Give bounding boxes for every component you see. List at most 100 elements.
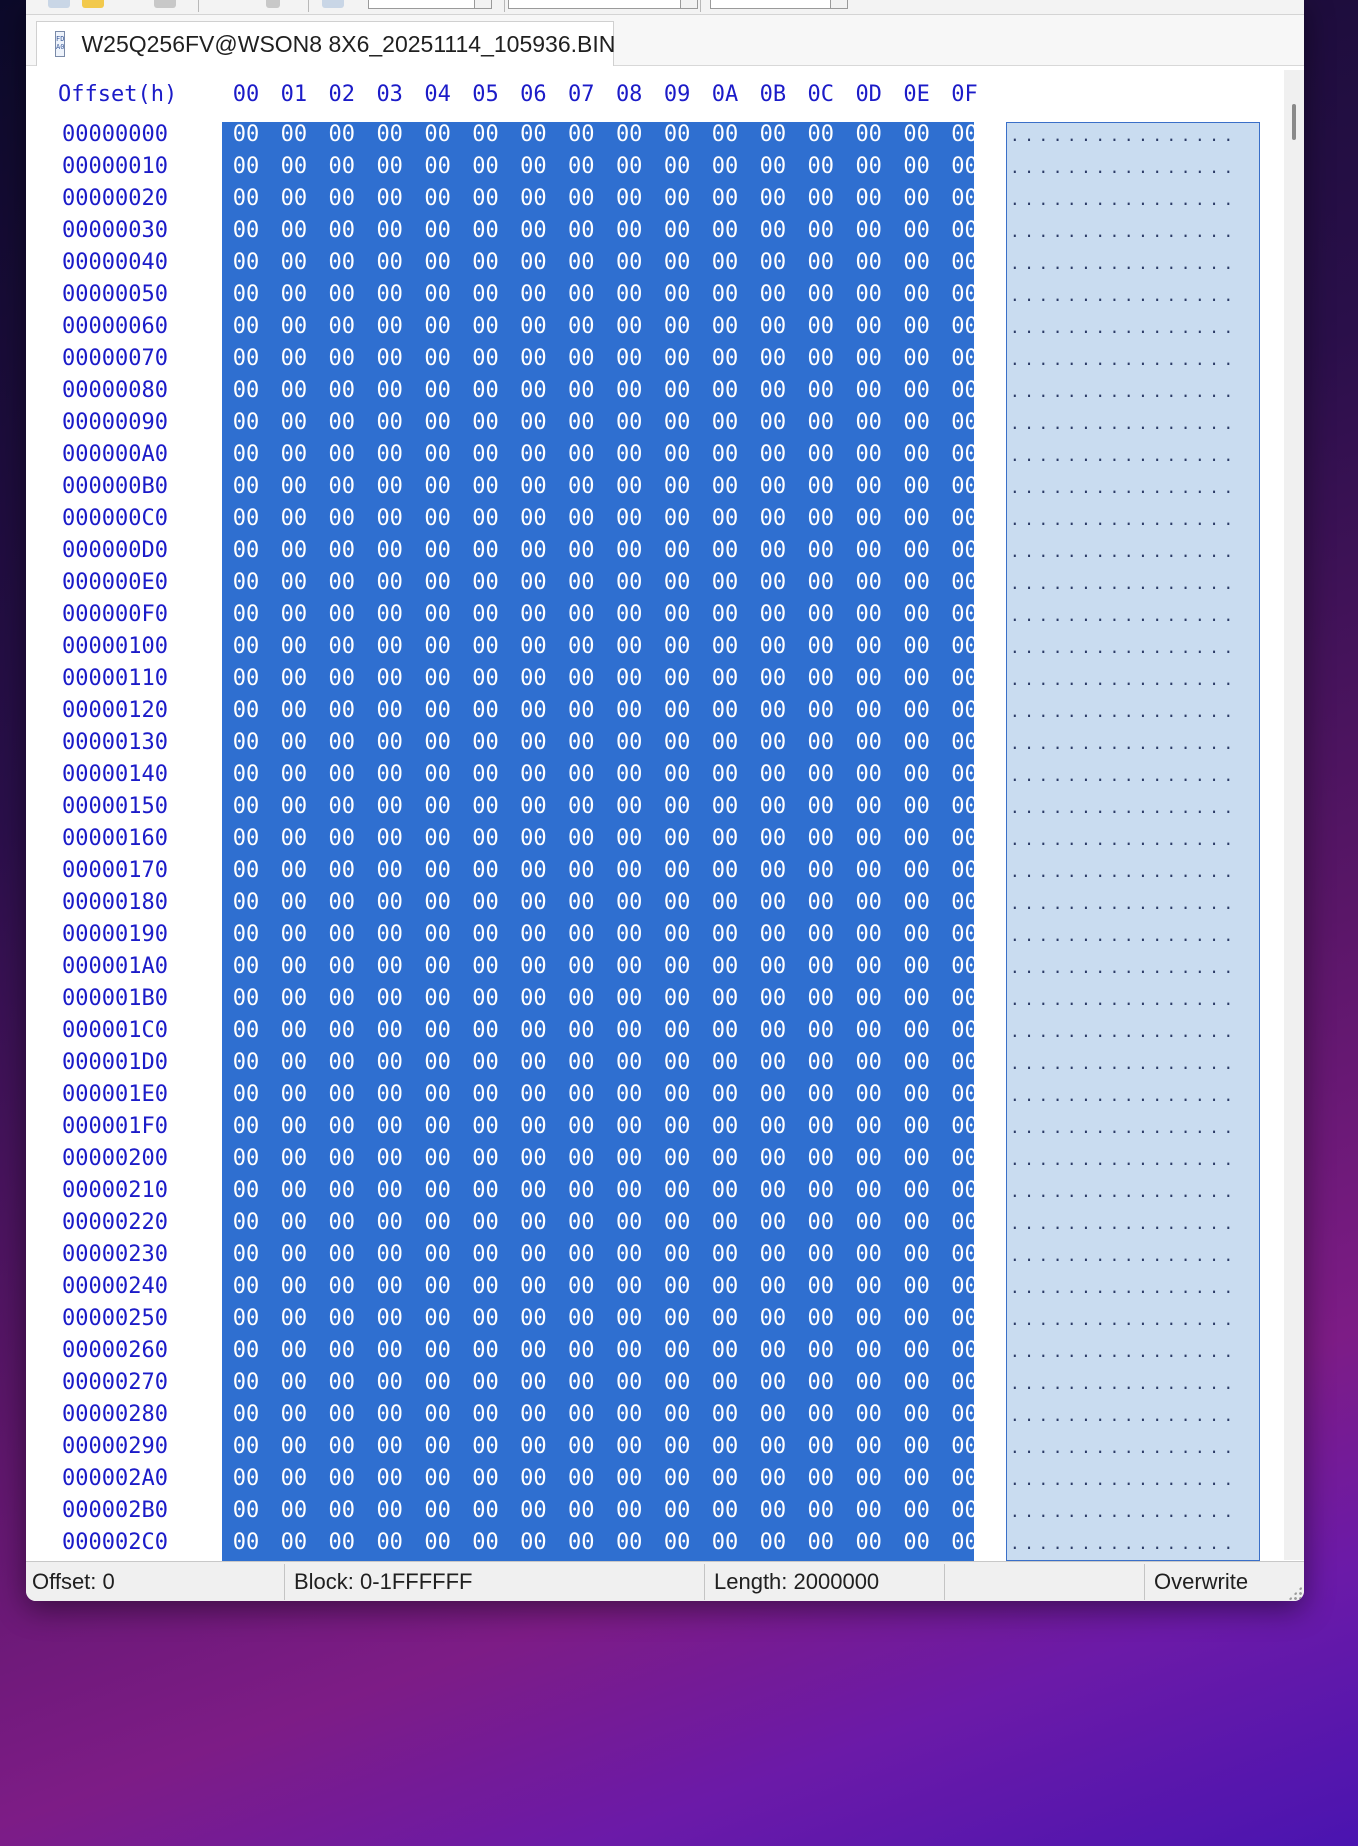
hex-byte[interactable]: 00 [605, 1242, 653, 1267]
hex-byte[interactable]: 00 [318, 570, 366, 595]
print-icon[interactable] [154, 0, 176, 8]
hex-byte[interactable]: 00 [318, 378, 366, 403]
hex-byte[interactable]: 00 [270, 1498, 318, 1523]
hex-byte[interactable]: 00 [941, 1242, 989, 1267]
hex-byte[interactable]: 00 [893, 346, 941, 371]
hex-byte[interactable]: 00 [605, 506, 653, 531]
hex-byte[interactable]: 00 [557, 922, 605, 947]
hex-byte[interactable]: 00 [701, 666, 749, 691]
hex-byte[interactable]: 00 [605, 1434, 653, 1459]
hex-byte[interactable]: 00 [462, 538, 510, 563]
hex-byte[interactable]: 00 [318, 346, 366, 371]
hex-byte[interactable]: 00 [318, 250, 366, 275]
hex-byte[interactable]: 00 [653, 1466, 701, 1491]
hex-byte[interactable]: 00 [893, 1402, 941, 1427]
hex-byte[interactable]: 00 [845, 954, 893, 979]
hex-byte[interactable]: 00 [318, 1114, 366, 1139]
hex-byte[interactable]: 00 [318, 698, 366, 723]
hex-byte[interactable]: 00 [270, 378, 318, 403]
hex-byte[interactable]: 00 [605, 314, 653, 339]
hex-byte[interactable]: 00 [749, 666, 797, 691]
hex-byte[interactable]: 00 [509, 474, 557, 499]
hex-byte[interactable]: 00 [318, 154, 366, 179]
hex-byte[interactable]: 00 [653, 602, 701, 627]
hex-byte[interactable]: 00 [797, 1114, 845, 1139]
hex-byte[interactable]: 00 [797, 986, 845, 1011]
hex-byte[interactable]: 00 [557, 1498, 605, 1523]
hex-byte[interactable]: 00 [366, 1306, 414, 1331]
hex-byte[interactable]: 00 [605, 890, 653, 915]
hex-byte[interactable]: 00 [941, 506, 989, 531]
hex-byte[interactable]: 00 [222, 1370, 270, 1395]
hex-byte[interactable]: 00 [222, 538, 270, 563]
hex-byte[interactable]: 00 [653, 1370, 701, 1395]
hex-byte[interactable]: 00 [509, 762, 557, 787]
toolbar-combo-1[interactable] [368, 0, 492, 9]
hex-byte[interactable]: 00 [701, 218, 749, 243]
hex-byte[interactable]: 00 [605, 538, 653, 563]
hex-byte[interactable]: 00 [893, 538, 941, 563]
hex-byte[interactable]: 00 [797, 442, 845, 467]
hex-byte[interactable]: 00 [605, 1338, 653, 1363]
hex-byte[interactable]: 00 [605, 410, 653, 435]
hex-byte[interactable]: 00 [509, 1114, 557, 1139]
ascii-row[interactable]: ................ [1010, 1182, 1256, 1201]
hex-byte[interactable]: 00 [318, 442, 366, 467]
hex-byte[interactable]: 00 [318, 1146, 366, 1171]
hex-byte[interactable]: 00 [557, 410, 605, 435]
hex-byte[interactable]: 00 [941, 1018, 989, 1043]
hex-byte[interactable]: 00 [462, 826, 510, 851]
hex-byte[interactable]: 00 [222, 602, 270, 627]
hex-byte[interactable]: 00 [797, 410, 845, 435]
hex-byte[interactable]: 00 [941, 954, 989, 979]
hex-byte[interactable]: 00 [701, 538, 749, 563]
hex-byte[interactable]: 00 [701, 634, 749, 659]
hex-byte[interactable]: 00 [941, 1210, 989, 1235]
hex-byte[interactable]: 00 [701, 1114, 749, 1139]
hex-byte[interactable]: 00 [270, 154, 318, 179]
hex-byte[interactable]: 00 [845, 1050, 893, 1075]
hex-byte[interactable]: 00 [366, 218, 414, 243]
hex-byte[interactable]: 00 [941, 1434, 989, 1459]
hex-byte[interactable]: 00 [318, 1498, 366, 1523]
hex-byte[interactable]: 00 [462, 1498, 510, 1523]
ascii-row[interactable]: ................ [1010, 1214, 1256, 1233]
hex-byte[interactable]: 00 [509, 282, 557, 307]
hex-byte[interactable]: 00 [222, 1018, 270, 1043]
hex-byte[interactable]: 00 [366, 538, 414, 563]
ascii-row[interactable]: ................ [1010, 478, 1256, 497]
ascii-row[interactable]: ................ [1010, 926, 1256, 945]
hex-byte[interactable]: 00 [366, 250, 414, 275]
hex-byte[interactable]: 00 [222, 858, 270, 883]
hex-byte[interactable]: 00 [749, 794, 797, 819]
hex-byte[interactable]: 00 [509, 602, 557, 627]
hex-byte[interactable]: 00 [557, 698, 605, 723]
hex-byte[interactable]: 00 [462, 1018, 510, 1043]
hex-byte[interactable]: 00 [605, 1146, 653, 1171]
hex-byte[interactable]: 00 [222, 378, 270, 403]
hex-byte[interactable]: 00 [797, 506, 845, 531]
hex-byte[interactable]: 00 [557, 1018, 605, 1043]
hex-byte[interactable]: 00 [509, 1370, 557, 1395]
ascii-row[interactable]: ................ [1010, 1118, 1256, 1137]
hex-byte[interactable]: 00 [509, 1498, 557, 1523]
hex-byte[interactable]: 00 [270, 570, 318, 595]
hex-byte[interactable]: 00 [701, 570, 749, 595]
hex-byte[interactable]: 00 [845, 1210, 893, 1235]
hex-byte[interactable]: 00 [797, 1434, 845, 1459]
hex-byte[interactable]: 00 [893, 282, 941, 307]
hex-byte[interactable]: 00 [222, 1402, 270, 1427]
hex-byte[interactable]: 00 [749, 762, 797, 787]
hex-byte[interactable]: 00 [797, 858, 845, 883]
ascii-row[interactable]: ................ [1010, 1022, 1256, 1041]
hex-byte[interactable]: 00 [845, 1242, 893, 1267]
hex-byte[interactable]: 00 [749, 1242, 797, 1267]
hex-byte[interactable]: 00 [653, 218, 701, 243]
hex-byte[interactable]: 00 [318, 186, 366, 211]
hex-byte[interactable]: 00 [701, 826, 749, 851]
hex-byte[interactable]: 00 [222, 250, 270, 275]
hex-byte[interactable]: 00 [414, 282, 462, 307]
hex-byte[interactable]: 00 [462, 698, 510, 723]
hex-byte[interactable]: 00 [701, 794, 749, 819]
hex-byte[interactable]: 00 [701, 1466, 749, 1491]
